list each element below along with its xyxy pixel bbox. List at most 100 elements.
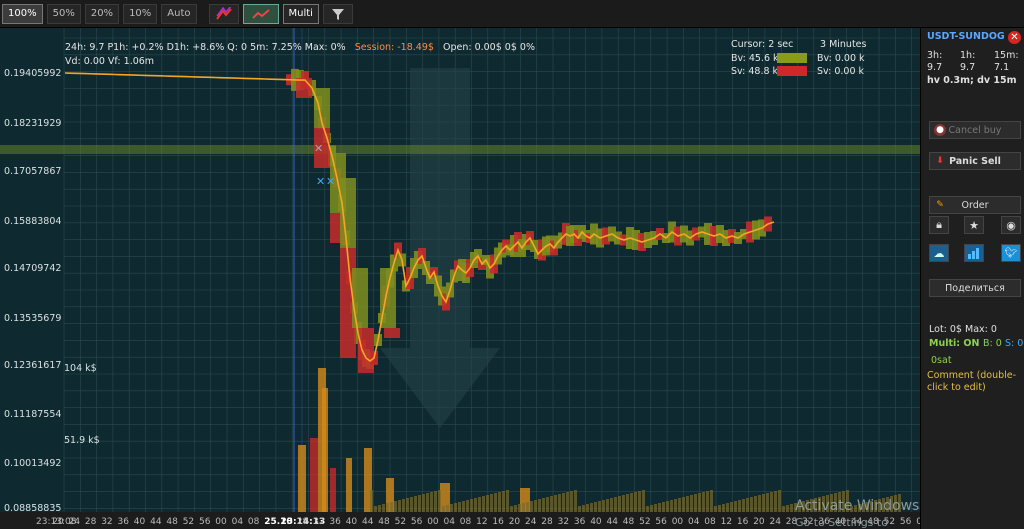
volume-bar bbox=[738, 500, 741, 512]
cancel-buy-button[interactable]: ● Cancel buy bbox=[929, 121, 1021, 139]
order-label: Order bbox=[961, 199, 989, 211]
zoom-10-button[interactable]: 10% bbox=[123, 3, 158, 24]
zoom-50-button[interactable]: 50% bbox=[46, 3, 81, 24]
volume-bar bbox=[614, 497, 617, 512]
lot-text: Lot: 0$ Max: 0 bbox=[929, 324, 997, 335]
time-tick-label: 48 bbox=[623, 517, 635, 527]
volume-bar bbox=[586, 504, 589, 512]
h3-value: 9.7 bbox=[927, 62, 943, 73]
time-tick-label: 08 bbox=[248, 517, 260, 527]
time-tick-label: 32 bbox=[313, 517, 324, 527]
volume-bar bbox=[494, 493, 497, 512]
stats-line: 24h: 9.7 P1h: +0.2% D1h: +8.6% Q: 0 5m: … bbox=[65, 42, 535, 53]
volume-bar bbox=[682, 497, 685, 512]
twitter-icon: 🐦︎ bbox=[1004, 247, 1018, 259]
filter-button[interactable] bbox=[322, 3, 353, 24]
price-tick-label: 0.18231929 bbox=[4, 118, 61, 129]
volume-bar bbox=[790, 504, 793, 512]
volume-bar bbox=[690, 495, 693, 512]
time-tick-label: 40 bbox=[590, 517, 602, 527]
time-tick-label: 24 bbox=[69, 517, 81, 527]
time-tick-label: 36 bbox=[329, 517, 341, 527]
time-tick-label: 04 bbox=[232, 517, 244, 527]
volume-bar bbox=[462, 501, 465, 512]
time-tick-label: 20 bbox=[509, 517, 521, 527]
volume-bar bbox=[442, 506, 445, 512]
time-tick-label: 12 bbox=[721, 517, 732, 527]
volume-bar bbox=[778, 490, 781, 512]
time-tick-label: 48 bbox=[378, 517, 390, 527]
buy-marker: ✕ bbox=[316, 175, 325, 188]
price-tick-label: 0.10013492 bbox=[4, 458, 61, 469]
eye-icon: ◉ bbox=[1006, 218, 1016, 232]
percent-icon bbox=[215, 6, 232, 20]
volume-bar bbox=[686, 496, 689, 512]
close-icon[interactable]: ✕ bbox=[1008, 31, 1021, 44]
time-tick-label: 04 bbox=[444, 517, 456, 527]
volume-bar bbox=[422, 494, 425, 512]
eye-button[interactable]: ◉ bbox=[1001, 216, 1021, 234]
bars-icon bbox=[968, 248, 979, 259]
volume-bar bbox=[554, 495, 557, 512]
volume-bar bbox=[466, 500, 469, 512]
volume-bar bbox=[538, 499, 541, 512]
comment-field[interactable]: Comment (double-click to edit) bbox=[927, 370, 1023, 394]
panic-sell-button[interactable]: ⬇ Panic Sell bbox=[929, 152, 1021, 170]
star-button[interactable]: ★ bbox=[964, 216, 984, 234]
volume-bar bbox=[774, 491, 777, 512]
volume-bar bbox=[490, 494, 493, 512]
interval-text: 3 Minutes bbox=[820, 39, 867, 50]
volume-bar bbox=[786, 505, 789, 512]
cross-marker: ✕ bbox=[314, 142, 323, 155]
volume-bar bbox=[714, 506, 717, 512]
time-tick-label: 08 bbox=[460, 517, 472, 527]
zoom-auto-button[interactable]: Auto bbox=[161, 3, 197, 24]
volume-bar bbox=[346, 458, 352, 512]
order-button[interactable]: ✎ Order bbox=[929, 196, 1021, 214]
volume-bar bbox=[518, 504, 521, 512]
volume-bar bbox=[762, 494, 765, 512]
time-tick-label: 00 bbox=[215, 517, 227, 527]
twitter-button[interactable]: 🐦︎ bbox=[1001, 244, 1021, 262]
lock-button[interactable]: 🔒︎ bbox=[929, 216, 949, 234]
time-tick-label: 48 bbox=[166, 517, 178, 527]
share-button[interactable]: Поделиться bbox=[929, 279, 1021, 297]
toolbar: 100% 50% 20% 10% Auto Multi bbox=[0, 0, 1024, 28]
bars-button[interactable] bbox=[964, 244, 984, 262]
volume-bar bbox=[454, 503, 457, 512]
zoom-100-button[interactable]: 100% bbox=[2, 3, 43, 24]
volume-bar bbox=[426, 493, 429, 512]
m15-value: 7.1 bbox=[994, 62, 1010, 73]
bv-right-text: Bv: 0.00 k bbox=[817, 53, 865, 64]
chart-canvas: 0.19405992 0.18231929 0.17057867 0.15883804… bbox=[0, 28, 920, 529]
multi-button[interactable]: Multi bbox=[282, 3, 319, 24]
multi-status: Multi: ON bbox=[929, 338, 980, 349]
percent-icon-button[interactable] bbox=[208, 3, 239, 24]
volume-bar bbox=[766, 493, 769, 512]
buy-marker: ✕ bbox=[326, 175, 335, 188]
volume-bar bbox=[674, 499, 677, 512]
cloud-button[interactable]: ☁ bbox=[929, 244, 949, 262]
bv-left-text: Bv: 45.6 k bbox=[731, 53, 779, 64]
chart-line-button[interactable] bbox=[242, 3, 279, 24]
volume-bar bbox=[694, 494, 697, 512]
order-level-band bbox=[0, 145, 920, 154]
price-chart[interactable]: 0.19405992 0.18231929 0.17057867 0.15883804… bbox=[0, 28, 920, 529]
zoom-20-button[interactable]: 20% bbox=[84, 3, 120, 24]
sv-right-text: Sv: 0.00 k bbox=[817, 66, 865, 77]
volume-bar bbox=[630, 493, 633, 512]
price-tick-label: 0.12361617 bbox=[4, 360, 61, 371]
time-tick-label: 36 bbox=[118, 517, 130, 527]
price-candle bbox=[384, 328, 400, 338]
share-label: Поделиться bbox=[945, 282, 1005, 294]
volume-bar bbox=[606, 499, 609, 512]
volume-bar bbox=[650, 505, 653, 512]
volume-bar bbox=[530, 501, 533, 512]
volume-bar bbox=[626, 494, 629, 512]
cancel-icon: ● bbox=[934, 124, 946, 136]
volume-bar bbox=[782, 506, 785, 512]
volume-bar bbox=[514, 505, 517, 512]
price-tick-label: 0.17057867 bbox=[4, 166, 61, 177]
time-tick-label: 08 bbox=[704, 517, 716, 527]
volume-bar bbox=[758, 495, 761, 512]
